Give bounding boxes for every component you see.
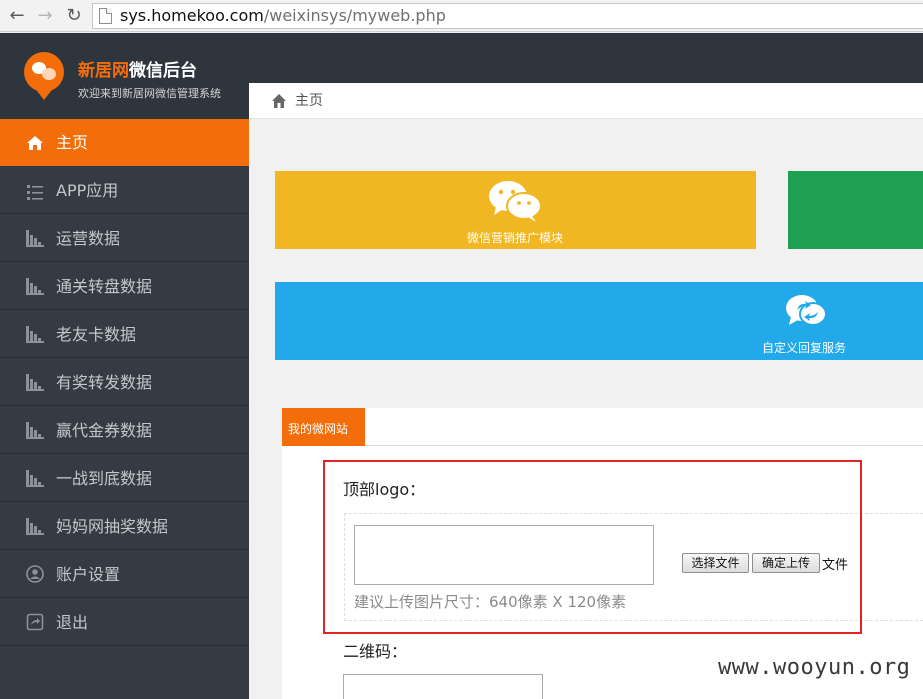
sidebar-item-label: 主页: [56, 133, 89, 152]
page-icon: [99, 8, 112, 24]
address-bar[interactable]: sys.homekoo.com/weixinsys/myweb.php: [92, 3, 923, 29]
watermark: www.wooyun.org: [718, 655, 911, 680]
home-icon: [272, 94, 286, 108]
sidebar-item-logout[interactable]: 退出: [0, 599, 249, 646]
home-icon: [27, 136, 43, 150]
sidebar-item-lottery[interactable]: 妈妈网抽奖数据: [0, 503, 249, 550]
breadcrumb: 主页: [249, 83, 923, 119]
bar-chart-icon: [26, 278, 44, 295]
qr-field-label: 二维码：: [343, 642, 408, 661]
bar-chart-icon: [26, 326, 44, 343]
tile-label: 自定义回复服务: [762, 341, 847, 355]
logo-pin-icon: [37, 91, 51, 100]
back-arrow-icon[interactable]: ←: [6, 5, 28, 27]
sidebar-item-voucher[interactable]: 赢代金券数据: [0, 407, 249, 454]
tile-green[interactable]: [788, 171, 923, 249]
bar-chart-icon: [26, 422, 44, 439]
wechat-icon: [489, 181, 542, 222]
sidebar-item-label: 运营数据: [56, 229, 121, 248]
qr-preview-box: [343, 674, 543, 699]
bar-chart-icon: [26, 374, 44, 391]
sidebar-item-label: 退出: [56, 613, 89, 632]
brand-title: 新居网微信后台: [78, 61, 197, 81]
reply-chat-icon: [786, 295, 827, 326]
bar-chart-icon: [26, 470, 44, 487]
url-path: /weixinsys/myweb.php: [263, 6, 446, 25]
sidebar-item-label: 赢代金券数据: [56, 421, 153, 440]
brand-subtitle: 欢迎来到新居网微信管理系统: [78, 87, 221, 100]
reload-icon[interactable]: ↻: [63, 5, 85, 27]
sidebar-item-share-reward[interactable]: 有奖转发数据: [0, 359, 249, 406]
sidebar-item-app[interactable]: APP应用: [0, 167, 249, 214]
brand-accent: 新居网: [78, 61, 129, 81]
sidebar-item-label: 妈妈网抽奖数据: [56, 517, 169, 536]
brand-rest: 微信后台: [129, 61, 197, 81]
tab-label: 我的微网站: [288, 422, 349, 436]
sidebar-item-label: 通关转盘数据: [56, 277, 153, 296]
list-icon: [27, 185, 43, 200]
breadcrumb-home[interactable]: 主页: [295, 92, 323, 110]
sidebar: 主页 APP应用 运营数据 通关转盘数据 老友卡数据 有奖转发数据 赢代金券数据…: [0, 119, 249, 699]
annotation-highlight-box: [323, 460, 862, 634]
panel-tabbar: 我的微网站: [282, 408, 923, 446]
forward-arrow-icon[interactable]: →: [34, 5, 56, 27]
tab-my-microsite[interactable]: 我的微网站: [282, 408, 365, 446]
sidebar-item-account[interactable]: 账户设置: [0, 551, 249, 598]
logout-icon: [26, 613, 44, 631]
url-text[interactable]: sys.homekoo.com/weixinsys/myweb.php: [120, 7, 446, 25]
sidebar-item-battle[interactable]: 一战到底数据: [0, 455, 249, 502]
bar-chart-icon: [26, 518, 44, 535]
tile-wechat-marketing[interactable]: 微信营销推广模块: [275, 171, 756, 249]
sidebar-item-home[interactable]: 主页: [0, 119, 249, 166]
tile-custom-reply[interactable]: 自定义回复服务: [275, 282, 923, 360]
sidebar-item-wheel[interactable]: 通关转盘数据: [0, 263, 249, 310]
sidebar-item-label: 有奖转发数据: [56, 373, 153, 392]
chat-logo-icon: [24, 52, 64, 92]
sidebar-item-friend-card[interactable]: 老友卡数据: [0, 311, 249, 358]
tile-label: 微信营销推广模块: [467, 231, 564, 245]
sidebar-item-label: 老友卡数据: [56, 325, 137, 344]
sidebar-item-label: 账户设置: [56, 565, 121, 584]
bar-chart-icon: [26, 230, 44, 247]
browser-toolbar: ← → ↻ sys.homekoo.com/weixinsys/myweb.ph…: [0, 0, 923, 32]
sidebar-item-label: 一战到底数据: [56, 469, 153, 488]
user-icon: [26, 565, 44, 583]
url-host: sys.homekoo.com: [120, 6, 264, 25]
sidebar-item-operations[interactable]: 运营数据: [0, 215, 249, 262]
sidebar-item-label: APP应用: [56, 181, 119, 200]
